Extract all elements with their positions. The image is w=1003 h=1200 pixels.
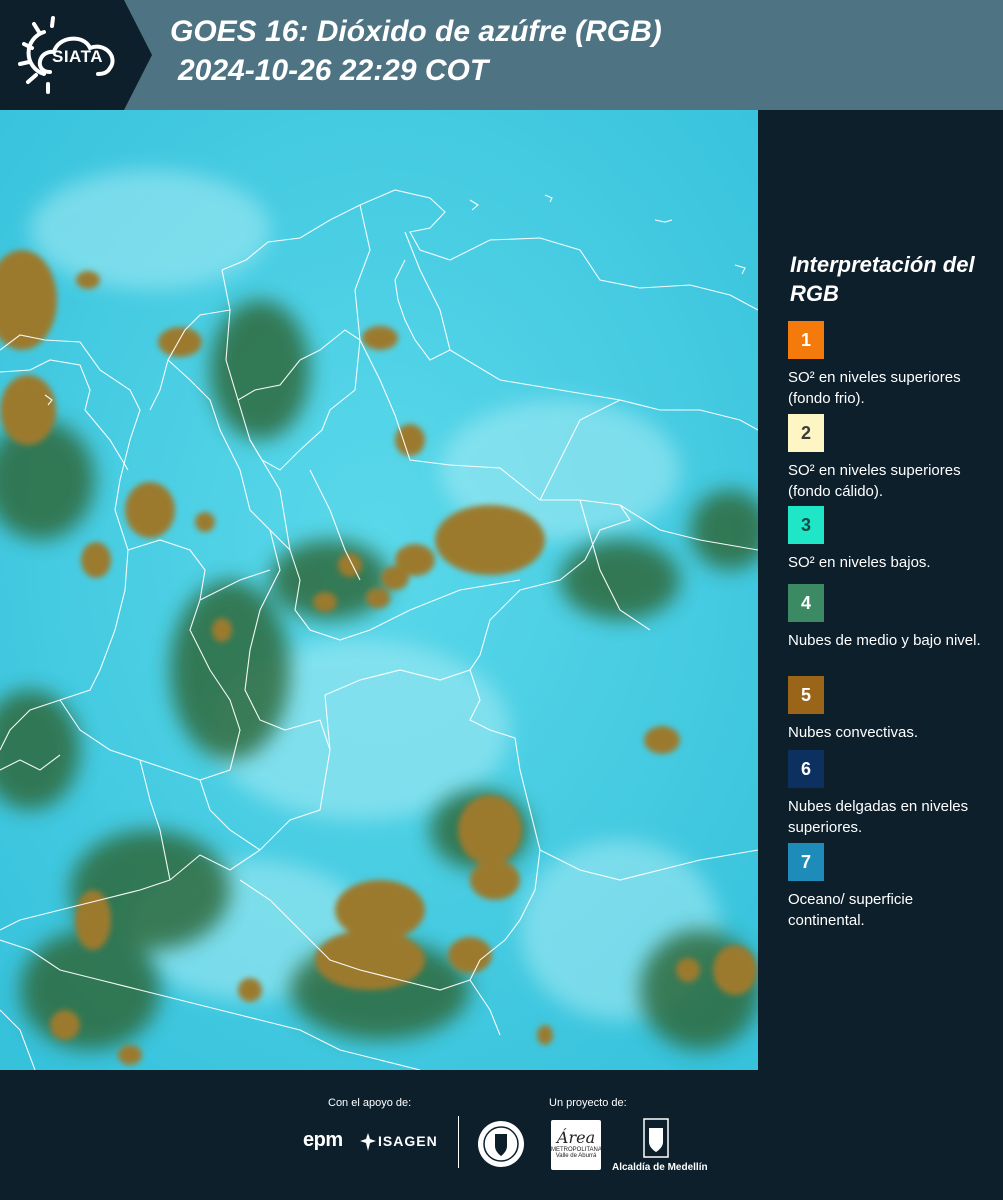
legend-number: 6: [800, 758, 811, 779]
footer: Con el apoyo de: Un proyecto de: epm ISA…: [0, 1070, 1003, 1200]
legend-swatch: 3: [788, 506, 824, 544]
legend-label: Oceano/ superficie continental.: [788, 891, 914, 929]
alcaldia-label: Alcaldía de Medellín: [612, 1162, 708, 1173]
legend-label: Nubes convectivas.: [788, 724, 919, 741]
legend-swatch: 7: [788, 843, 824, 881]
page-title: GOES 16: Dióxido de azúfre (RGB): [170, 15, 662, 48]
legend-number: 2: [800, 422, 811, 443]
logo-text: SIATA: [52, 47, 103, 66]
isagen-icon: [360, 1133, 376, 1151]
logo-block: SIATA: [0, 0, 152, 110]
legend-swatch: 5: [788, 676, 824, 714]
legend-label: SO² en niveles superiores (fondo cálido)…: [788, 462, 961, 500]
support-label: Con el apoyo de:: [328, 1097, 412, 1109]
footer-divider: [458, 1116, 459, 1168]
legend-panel: Interpretación del RGB 1 SO² en niveles …: [762, 110, 1003, 1070]
project-label: Un proyecto de:: [549, 1097, 627, 1109]
legend-label: Nubes delgadas en niveles superiores.: [788, 798, 969, 836]
epm-logo: epm: [303, 1129, 343, 1151]
legend-label: Nubes de medio y bajo nivel.: [788, 632, 981, 649]
amva-script: Área: [556, 1128, 596, 1147]
amva-logo: Área METROPOLITANA Valle de Aburrá: [551, 1120, 602, 1170]
legend-item-4: 4 Nubes de medio y bajo nivel.: [788, 584, 993, 651]
legend-number: 7: [800, 851, 811, 872]
legend-item-6: 6 Nubes delgadas en niveles superiores.: [788, 750, 993, 838]
amva-line2: Valle de Aburrá: [555, 1153, 597, 1159]
legend-item-7: 7 Oceano/ superficie continental.: [788, 843, 993, 931]
legend-item-1: 1 SO² en niveles superiores (fondo frio)…: [788, 321, 993, 409]
legend-label: SO² en niveles bajos.: [788, 554, 931, 571]
legend-swatch: 2: [788, 414, 824, 452]
satellite-image: [0, 110, 758, 1070]
legend-title: Interpretación del RGB: [790, 252, 975, 306]
legend-number: 4: [800, 592, 811, 613]
isagen-logo: ISAGEN: [378, 1133, 438, 1149]
legend-item-2: 2 SO² en niveles superiores (fondo cálid…: [788, 414, 993, 502]
satellite-map: [0, 110, 758, 1070]
legend-swatch: 4: [788, 584, 824, 622]
legend-item-5: 5 Nubes convectivas.: [788, 676, 993, 743]
alcaldia-shield-icon: [643, 1118, 669, 1158]
page-timestamp: 2024-10-26 22:29 COT: [178, 54, 489, 87]
legend-swatch: 6: [788, 750, 824, 788]
legend-number: 1: [800, 329, 811, 350]
legend-item-3: 3 SO² en niveles bajos.: [788, 506, 993, 573]
legend-swatch: 1: [788, 321, 824, 359]
legend-number: 5: [800, 684, 811, 705]
legend-number: 3: [800, 514, 811, 535]
legend-label: SO² en niveles superiores (fondo frio).: [788, 369, 961, 407]
university-seal-icon: [478, 1121, 524, 1167]
header: SIATA GOES 16: Dióxido de azúfre (RGB) 2…: [0, 0, 1003, 110]
